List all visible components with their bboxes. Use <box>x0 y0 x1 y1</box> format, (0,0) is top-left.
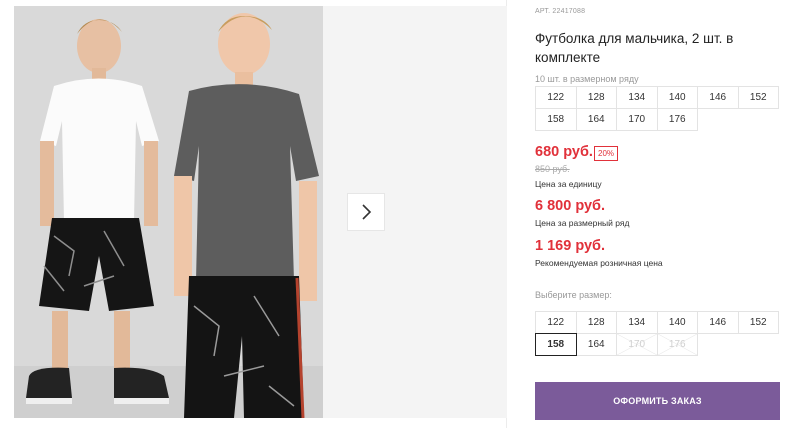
product-gallery <box>0 0 507 428</box>
discount-badge: 20% <box>594 146 619 161</box>
size-option-140[interactable]: 140 <box>656 311 698 334</box>
size-option-146[interactable]: 146 <box>697 311 739 334</box>
size-range-cell: 134 <box>616 86 658 109</box>
size-select-row: 122 128 134 140 146 152 <box>535 311 785 334</box>
range-price: 6 800 руб. <box>535 198 606 214</box>
size-range-row: 158 164 170 176 <box>535 108 785 131</box>
size-range-cell: 152 <box>737 86 779 109</box>
size-option-164[interactable]: 164 <box>575 333 617 356</box>
size-option-158[interactable]: 158 <box>535 333 577 356</box>
size-range-cell: 146 <box>697 86 739 109</box>
size-range-cell: 164 <box>575 108 617 131</box>
chevron-right-icon <box>362 204 372 220</box>
size-range-cell: 140 <box>656 86 698 109</box>
size-option-134[interactable]: 134 <box>616 311 658 334</box>
size-select-grid: 122 128 134 140 146 152 158 164 170 176 <box>535 311 785 356</box>
size-range-cell: 122 <box>535 86 577 109</box>
size-range-cell: 170 <box>616 108 658 131</box>
size-select-row: 158 164 170 176 <box>535 333 785 356</box>
size-option-128[interactable]: 128 <box>575 311 617 334</box>
unit-price: 680 руб. <box>535 144 593 160</box>
order-button[interactable]: ОФОРМИТЬ ЗАКАЗ <box>535 382 780 420</box>
gallery-next-button[interactable] <box>347 193 385 231</box>
article-number: АРТ. 22417088 <box>535 8 586 15</box>
product-title: Футболка для мальчика, 2 шт. в комплекте <box>535 31 734 65</box>
size-option-122[interactable]: 122 <box>535 311 577 334</box>
size-range-cell: 158 <box>535 108 577 131</box>
product-photo <box>14 6 323 418</box>
size-option-176: 176 <box>656 333 698 356</box>
size-option-152[interactable]: 152 <box>737 311 779 334</box>
size-range-cell: 176 <box>656 108 698 131</box>
product-photo-image <box>14 6 323 418</box>
size-range-grid: 122 128 134 140 146 152 158 164 170 176 <box>535 86 785 131</box>
size-range-cell: 128 <box>575 86 617 109</box>
size-select-caption: Выберите размер: <box>535 290 612 300</box>
size-range-caption: 10 шт. в размерном ряду <box>535 74 639 84</box>
retail-price-note: Рекомендуемая розничная цена <box>535 258 663 268</box>
old-price: 850 руб. <box>535 164 570 174</box>
size-range-row: 122 128 134 140 146 152 <box>535 86 785 109</box>
size-option-170: 170 <box>616 333 658 356</box>
range-price-note: Цена за размерный ряд <box>535 218 630 228</box>
retail-price: 1 169 руб. <box>535 238 606 254</box>
unit-price-note: Цена за единицу <box>535 179 602 189</box>
